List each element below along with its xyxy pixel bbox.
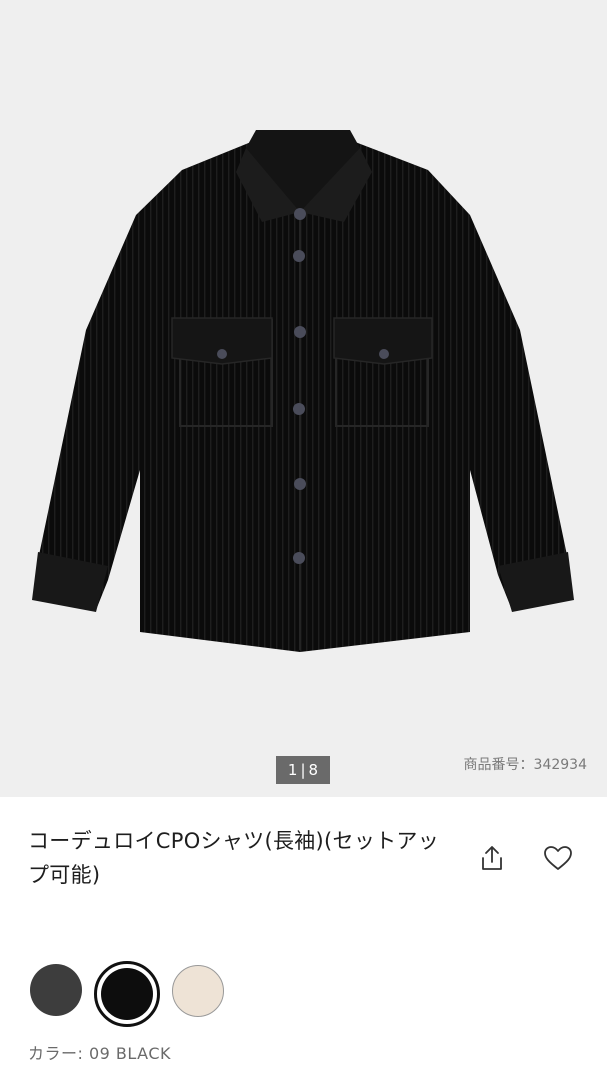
gallery-separator: | bbox=[300, 761, 306, 779]
selected-color-label: カラー: 09 BLACK bbox=[28, 1044, 172, 1063]
product-image-gallery[interactable]: 1 | 8 商品番号：342934 bbox=[0, 0, 607, 797]
color-swatch-dark-gray[interactable] bbox=[30, 964, 82, 1016]
color-swatch-black[interactable] bbox=[101, 968, 153, 1020]
gallery-counter: 1 | 8 bbox=[276, 756, 330, 784]
favorite-button[interactable] bbox=[538, 838, 578, 878]
gallery-total: 8 bbox=[308, 761, 319, 779]
product-number: 商品番号：342934 bbox=[463, 757, 587, 773]
product-image-shirt bbox=[32, 130, 574, 652]
color-swatch-off-white[interactable] bbox=[172, 965, 224, 1017]
product-title: コーデュロイCPOシャツ(長袖)(セットアップ可能) bbox=[28, 829, 440, 887]
share-button[interactable] bbox=[472, 838, 512, 878]
heart-icon bbox=[544, 846, 572, 870]
gallery-current: 1 bbox=[287, 761, 298, 779]
share-icon bbox=[482, 846, 502, 870]
